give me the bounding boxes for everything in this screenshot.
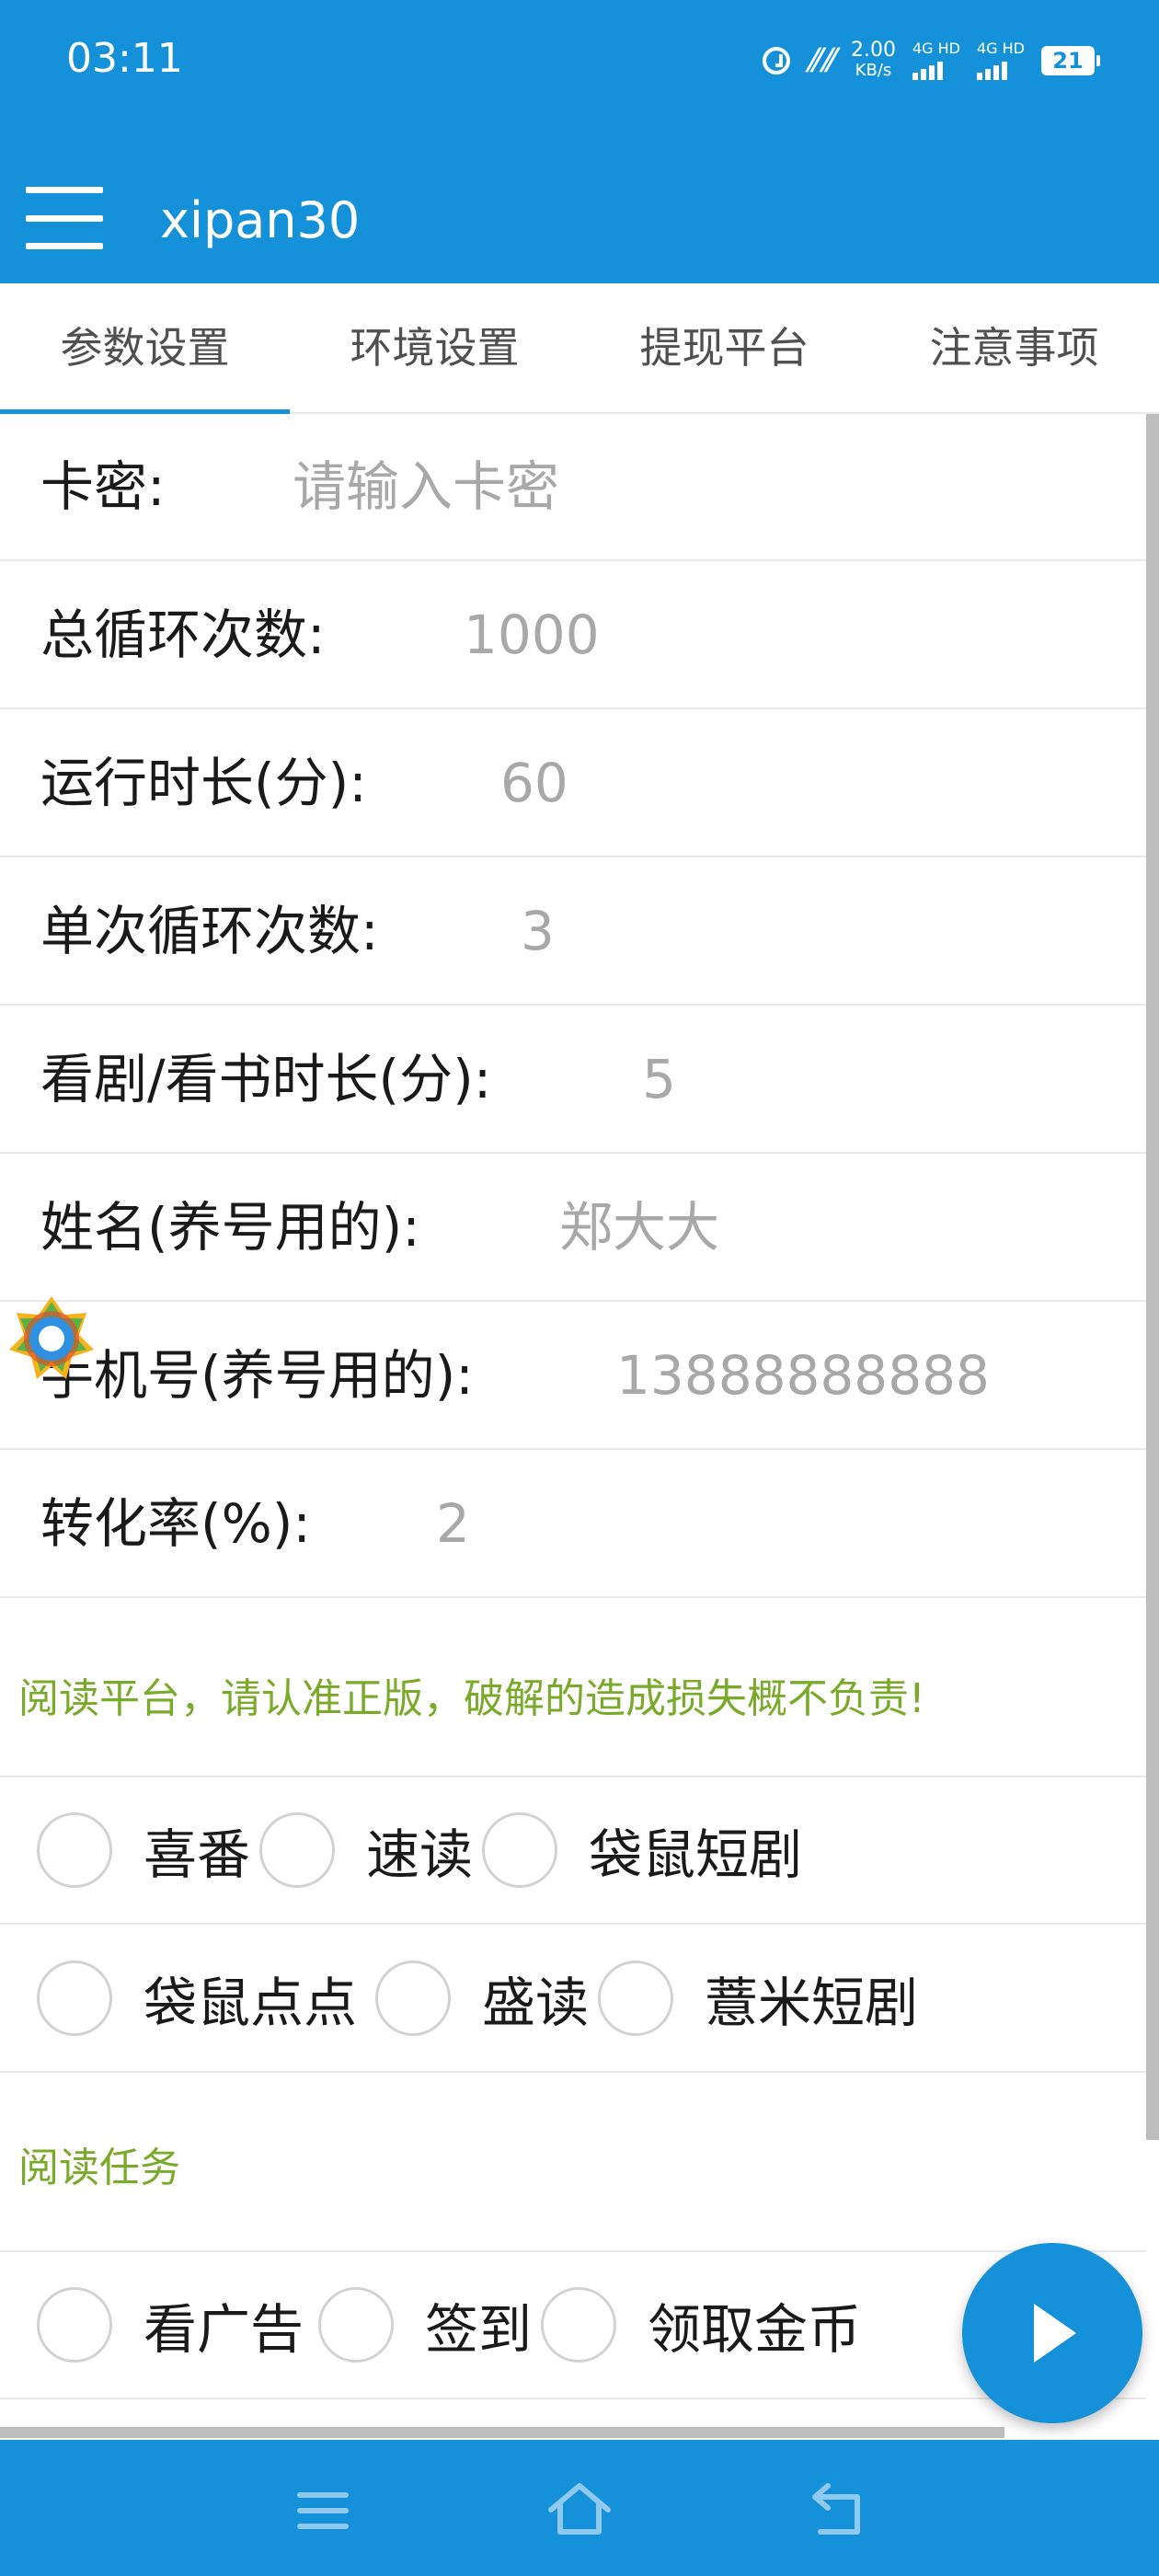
conversion-label: 转化率(%):: [40, 1492, 311, 1555]
platform-notice-row: 阅读平台，请认准正版，破解的造成损失概不负责!: [0, 1599, 1146, 1777]
run-duration-input[interactable]: 60: [500, 710, 568, 856]
total-loops-input[interactable]: 1000: [464, 562, 600, 707]
run-duration-row: 运行时长(分): 60: [0, 710, 1146, 857]
option-label: 签到: [425, 2298, 533, 2361]
radio-icon[interactable]: [541, 2287, 616, 2363]
single-loops-input[interactable]: 3: [521, 858, 555, 1004]
tab-environment[interactable]: 环境设置: [290, 283, 580, 412]
option-label: 看广告: [143, 2298, 304, 2361]
card-key-label: 卡密:: [40, 455, 166, 518]
phone-label: 手机号(养号用的):: [40, 1344, 474, 1407]
card-key-input[interactable]: 请输入卡密: [293, 414, 559, 559]
vertical-scrollbar[interactable]: [1146, 414, 1159, 2140]
play-icon[interactable]: [962, 2243, 1142, 2423]
conversion-row: 转化率(%): 2: [0, 1451, 1146, 1598]
run-duration-label: 运行时长(分):: [40, 752, 367, 814]
phone-input[interactable]: 13888888888: [616, 1303, 990, 1448]
single-loops-label: 单次循环次数:: [40, 900, 379, 962]
name-label: 姓名(养号用的):: [40, 1196, 420, 1259]
watch-duration-label: 看剧/看书时长(分):: [40, 1048, 492, 1110]
floating-assistant-icon[interactable]: [6, 1293, 98, 1385]
status-icons: ⫽⫽ 2.00 KB/s 4G HD 4G HD 21: [762, 40, 1100, 81]
app-title: xipan30: [160, 191, 361, 249]
option-label: 袋鼠点点: [143, 1972, 358, 2034]
name-row: 姓名(养号用的): 郑大大: [0, 1155, 1146, 1302]
app-bar: 03:11 ⫽⫽ 2.00 KB/s 4G HD 4G HD 21 xipan3…: [0, 0, 1159, 283]
radio-icon[interactable]: [598, 1961, 673, 2036]
single-loops-row: 单次循环次数: 3: [0, 858, 1146, 1006]
watch-duration-row: 看剧/看书时长(分): 5: [0, 1006, 1146, 1154]
home-icon[interactable]: [538, 2469, 621, 2552]
signal-icon: [912, 56, 960, 80]
signal-icon: [976, 56, 1025, 80]
tab-notes[interactable]: 注意事项: [869, 283, 1159, 412]
option-label: 袋鼠短剧: [589, 1823, 803, 1886]
option-yimi-duanju[interactable]: 薏米短剧: [598, 1926, 918, 2071]
network-1-label: 4G HD: [912, 40, 960, 57]
status-time: 03:11: [66, 35, 183, 82]
tab-params[interactable]: 参数设置: [0, 283, 290, 414]
platform-options-row-1: 喜番 速读 袋鼠短剧: [0, 1777, 1146, 1925]
task-notice-row: 阅读任务: [0, 2074, 1146, 2252]
option-label: 喜番: [143, 1823, 251, 1886]
network-2: 4G HD: [976, 40, 1025, 80]
radio-icon[interactable]: [259, 1812, 335, 1888]
option-label: 盛读: [482, 1972, 590, 2034]
option-label: 速读: [366, 1823, 474, 1886]
radio-icon[interactable]: [37, 1961, 112, 2036]
option-sudu[interactable]: 速读: [259, 1777, 473, 1923]
back-icon[interactable]: [795, 2469, 878, 2552]
radio-icon[interactable]: [318, 2287, 394, 2363]
platform-notice: 阅读平台，请认准正版，破解的造成损失概不负责!: [18, 1675, 925, 1722]
hamburger-menu-icon[interactable]: [26, 187, 103, 249]
radio-icon[interactable]: [37, 1812, 112, 1888]
option-label: 领取金币: [648, 2298, 862, 2361]
option-daishu-duanju[interactable]: 袋鼠短剧: [482, 1777, 802, 1923]
radio-icon[interactable]: [482, 1812, 557, 1888]
vpn-icon: ⫽⫽: [806, 42, 834, 79]
total-loops-row: 总循环次数: 1000: [0, 562, 1146, 709]
battery-icon: 21: [1041, 46, 1100, 75]
alarm-icon: [762, 47, 790, 75]
menu-icon[interactable]: [281, 2469, 364, 2552]
network-speed: 2.00 KB/s: [851, 40, 896, 81]
system-nav-bar: [0, 2440, 1159, 2576]
conversion-input[interactable]: 2: [436, 1451, 470, 1596]
radio-icon[interactable]: [375, 1961, 451, 2036]
task-notice: 阅读任务: [18, 2145, 180, 2191]
network-speed-value: 2.00: [850, 39, 896, 62]
card-key-row: 卡密: 请输入卡密: [0, 414, 1146, 561]
network-1: 4G HD: [912, 41, 960, 80]
option-xifan[interactable]: 喜番: [37, 1777, 250, 1923]
watch-duration-input[interactable]: 5: [642, 1006, 676, 1152]
option-daishu-diandian[interactable]: 袋鼠点点: [37, 1926, 357, 2071]
option-label: 薏米短剧: [705, 1972, 919, 2034]
name-input[interactable]: 郑大大: [559, 1155, 719, 1300]
option-shengdu[interactable]: 盛读: [375, 1926, 589, 2071]
phone-row: 手机号(养号用的): 13888888888: [0, 1303, 1146, 1450]
tab-bar: 参数设置 环境设置 提现平台 注意事项: [0, 283, 1159, 414]
tab-withdraw[interactable]: 提现平台: [580, 283, 869, 412]
option-watch-ad[interactable]: 看广告: [37, 2252, 304, 2398]
horizontal-scrollbar[interactable]: [0, 2427, 1004, 2438]
network-speed-unit: KB/s: [855, 61, 892, 80]
radio-icon[interactable]: [37, 2287, 112, 2363]
platform-options-row-2: 袋鼠点点 盛读 薏米短剧: [0, 1926, 1146, 2073]
total-loops-label: 总循环次数:: [40, 604, 326, 666]
option-collect-coins[interactable]: 领取金币: [541, 2252, 861, 2398]
network-2-label: 4G HD: [976, 40, 1025, 57]
option-checkin[interactable]: 签到: [318, 2252, 532, 2398]
